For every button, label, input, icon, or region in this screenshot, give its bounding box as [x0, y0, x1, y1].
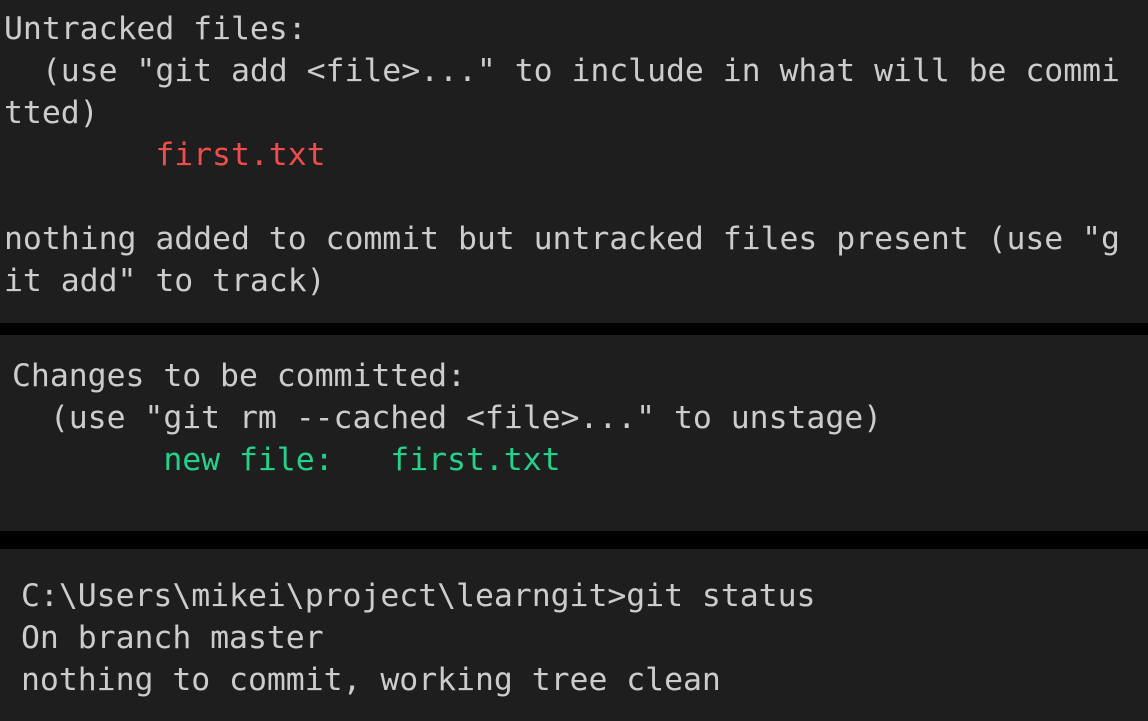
terminal-line-staged-file: new file: first.txt: [12, 442, 561, 478]
terminal-line: nothing added to commit but untracked fi…: [4, 221, 1120, 257]
terminal-line-status: nothing to commit, working tree clean: [21, 662, 721, 698]
terminal-line: (use "git rm --cached <file>..." to unst…: [12, 400, 883, 436]
terminal-line: Untracked files:: [4, 11, 307, 47]
terminal-line-untracked-file: first.txt: [4, 137, 326, 173]
panel-separator: [0, 323, 1148, 335]
terminal-line-prompt: C:\Users\mikei\project\learngit>git stat…: [21, 578, 816, 614]
terminal-panel-clean: C:\Users\mikei\project\learngit>git stat…: [0, 549, 1148, 721]
terminal-panel-staged: Changes to be committed: (use "git rm --…: [0, 335, 1148, 531]
terminal-line: tted): [4, 95, 99, 131]
terminal-line: it add" to track): [4, 263, 326, 299]
terminal-line-branch: On branch master: [21, 620, 324, 656]
terminal-panel-untracked: Untracked files: (use "git add <file>...…: [0, 0, 1148, 323]
terminal-line: (use "git add <file>..." to include in w…: [4, 53, 1120, 89]
panel-separator: [0, 531, 1148, 549]
terminal-screenshot: Untracked files: (use "git add <file>...…: [0, 0, 1148, 721]
terminal-line: Changes to be committed:: [12, 358, 466, 394]
